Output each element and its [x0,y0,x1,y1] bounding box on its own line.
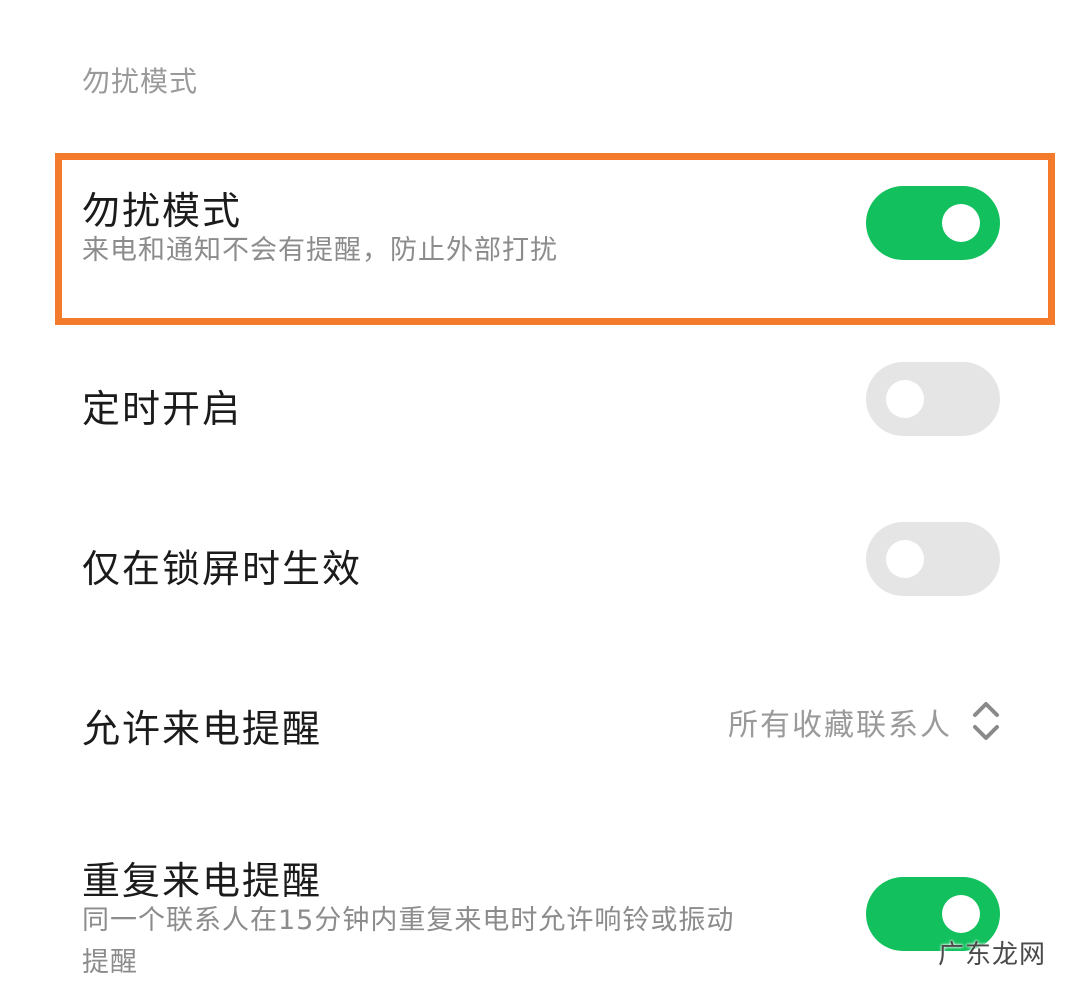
lockscreen-only-toggle[interactable] [866,522,1000,596]
setting-row-scheduled[interactable]: 定时开启 [0,340,1080,460]
chevron-up-down-icon [973,702,999,740]
allow-calls-value: 所有收藏联系人 [728,708,952,743]
toggle-knob [942,895,980,933]
scheduled-toggle[interactable] [866,362,1000,436]
dnd-settings-screen: 勿扰模式 勿扰模式 来电和通知不会有提醒，防止外部打扰 定时开启 仅在锁屏时生效… [0,0,1080,989]
setting-title-lockscreen-only: 仅在锁屏时生效 [82,547,363,591]
setting-row-repeat-calls[interactable]: 重复来电提醒 同一个联系人在15分钟内重复来电时允许响铃或振动 提醒 [0,830,1080,989]
toggle-knob [886,380,924,418]
setting-row-lockscreen-only[interactable]: 仅在锁屏时生效 [0,500,1080,620]
toggle-knob [886,540,924,578]
section-header: 勿扰模式 [82,65,199,98]
setting-subtitle-repeat-calls-line1: 同一个联系人在15分钟内重复来电时允许响铃或振动 [82,905,735,936]
highlight-annotation-box [55,153,1055,325]
setting-row-allow-calls[interactable]: 允许来电提醒 所有收藏联系人 [0,660,1080,780]
setting-title-allow-calls: 允许来电提醒 [82,707,323,751]
setting-title-repeat-calls: 重复来电提醒 [82,859,323,903]
watermark: 广东龙网 [937,940,1046,970]
setting-subtitle-repeat-calls-line2: 提醒 [82,947,138,978]
setting-title-scheduled: 定时开启 [82,387,243,431]
